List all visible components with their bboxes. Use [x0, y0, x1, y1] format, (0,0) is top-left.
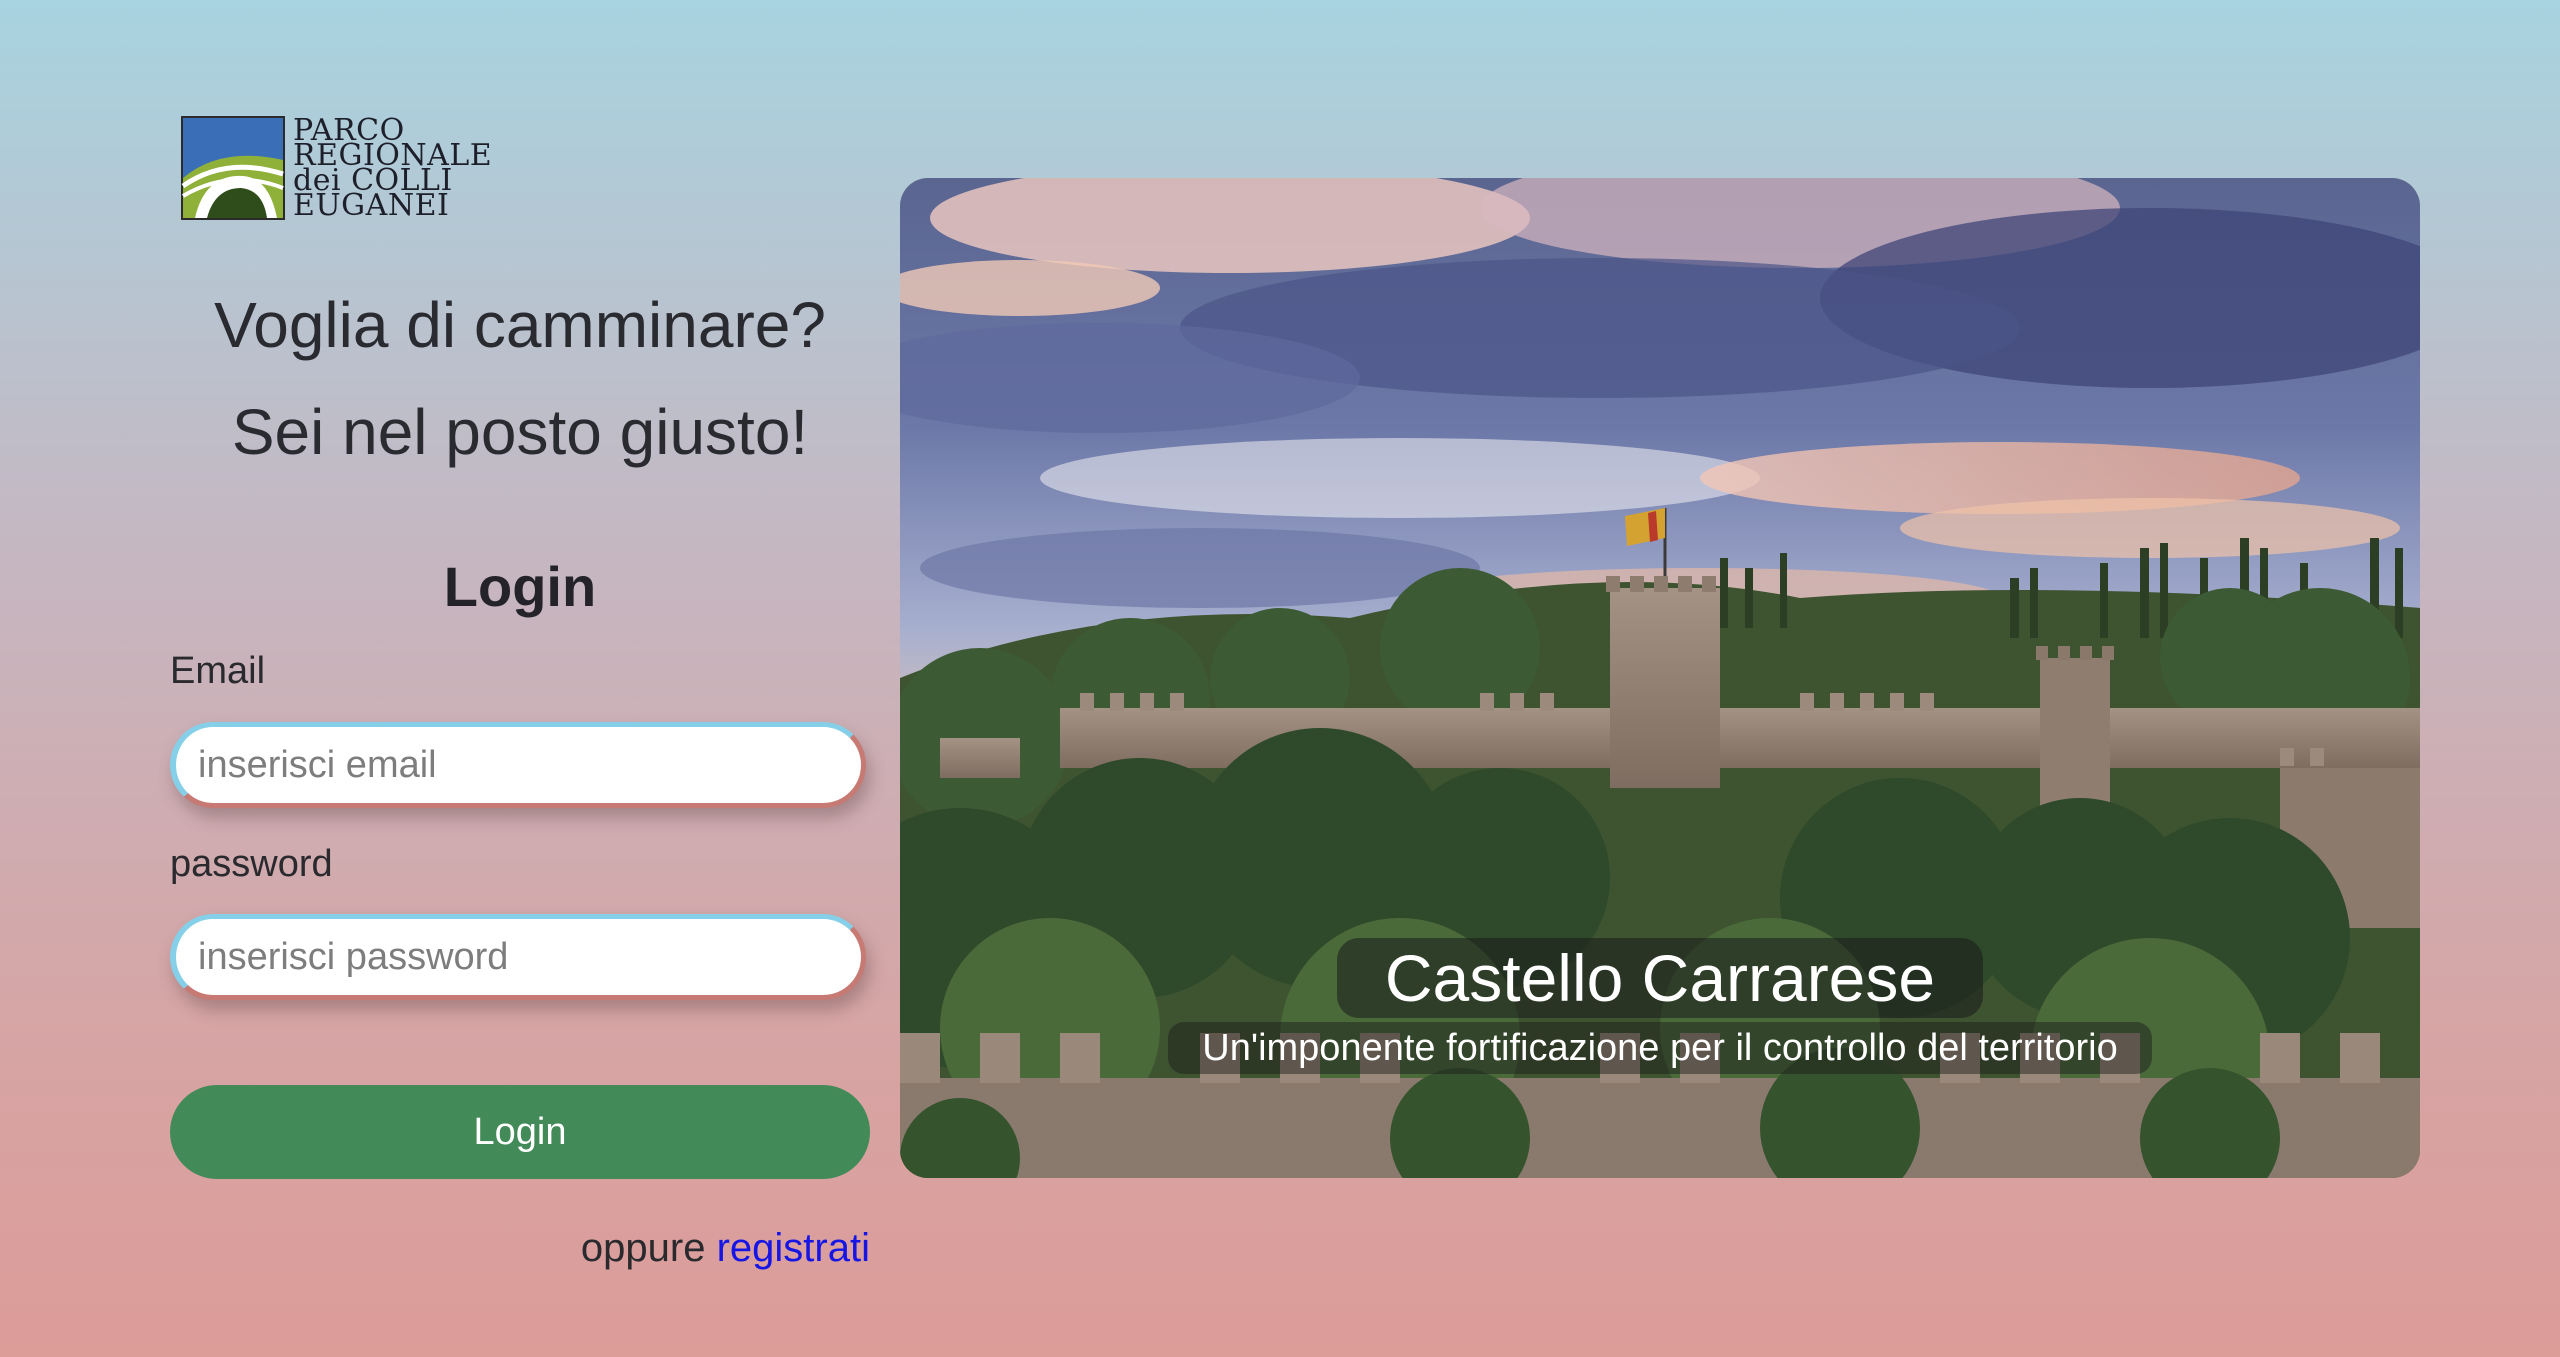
register-prefix: oppure	[580, 1226, 706, 1270]
password-label: password	[170, 843, 333, 885]
hero-caption-title: Castello Carrarese	[1337, 938, 1983, 1018]
park-logo: PARCO REGIONALE dei COLLI EUGANEI	[181, 114, 511, 222]
intro-headline-line2: Sei nel posto giusto!	[231, 396, 809, 468]
logo-line: EUGANEI	[293, 188, 450, 223]
park-emblem-icon	[181, 116, 285, 220]
password-field[interactable]	[170, 914, 866, 1000]
intro-headline-line1: Voglia di camminare?	[214, 289, 826, 361]
hero-caption-subtitle: Un'imponente fortificazione per il contr…	[1168, 1022, 2152, 1074]
email-label: Email	[170, 650, 266, 692]
register-prompt: oppure registrati	[581, 1226, 870, 1271]
register-link[interactable]: registrati	[717, 1226, 870, 1270]
park-logo-text: PARCO REGIONALE dei COLLI EUGANEI	[293, 116, 492, 223]
login-title: Login	[443, 555, 597, 618]
login-button[interactable]: Login	[170, 1085, 870, 1179]
email-field[interactable]	[170, 722, 866, 808]
